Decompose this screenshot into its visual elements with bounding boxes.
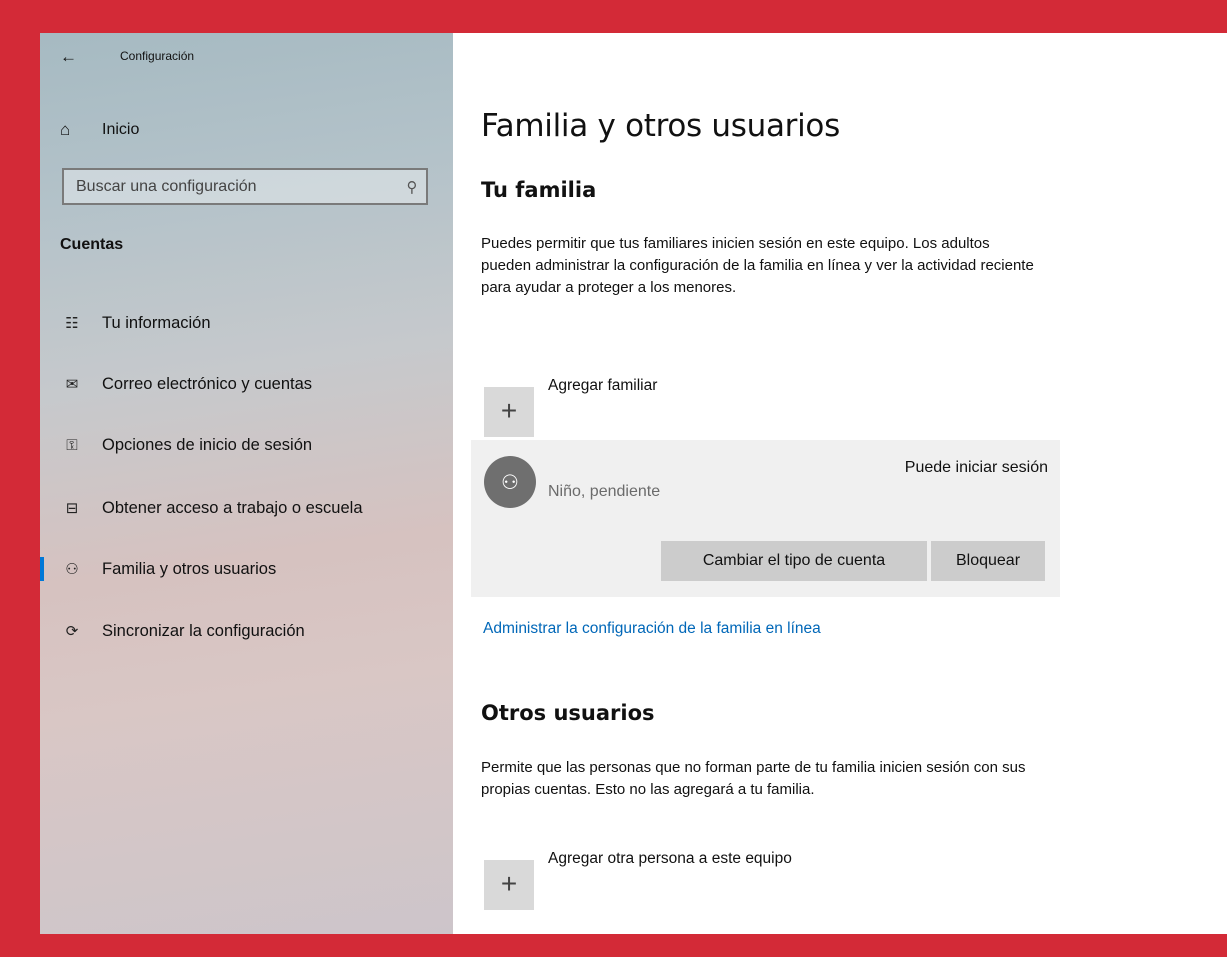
sidebar-item-label: Familia y otros usuarios	[102, 559, 277, 578]
selection-indicator	[40, 496, 44, 520]
change-account-type-button[interactable]: Cambiar el tipo de cuenta	[661, 541, 927, 581]
sidebar-item-tu-informacion[interactable]: ☷ Tu información	[40, 303, 453, 343]
add-other-person-label: Agregar otra persona a este equipo	[548, 850, 792, 867]
other-users-description: Permite que las personas que no forman p…	[481, 759, 1026, 798]
family-description: Puedes permitir que tus familiares inici…	[481, 235, 1034, 296]
sidebar-item-trabajo-escuela[interactable]: ⊟ Obtener acceso a trabajo o escuela	[40, 488, 453, 528]
mail-icon: ✉	[65, 376, 79, 393]
sidebar-item-label: Obtener acceso a trabajo o escuela	[102, 498, 363, 517]
person-add-icon: ⚇	[65, 561, 79, 578]
app-title: Configuración	[120, 49, 195, 63]
selection-indicator	[40, 619, 44, 643]
avatar: ⚇	[484, 456, 536, 508]
key-icon: ⚿	[66, 436, 78, 454]
contact-info-icon: ☷	[65, 315, 79, 332]
plus-icon: +	[484, 860, 534, 910]
selection-indicator	[40, 557, 44, 581]
person-icon: ⚇	[501, 471, 519, 494]
sidebar-item-opciones-inicio-sesion[interactable]: ⚿ Opciones de inicio de sesión	[40, 425, 453, 465]
search-icon[interactable]: ⚲	[398, 178, 426, 196]
add-other-person-button[interactable]: + Agregar otra persona a este equipo	[484, 850, 904, 910]
plus-icon: +	[484, 387, 534, 437]
other-users-heading: Otros usuarios	[481, 701, 655, 725]
member-name: Niño, pendiente	[548, 483, 661, 500]
home-icon: ⌂	[60, 120, 71, 139]
briefcase-icon: ⊟	[65, 500, 79, 517]
add-family-member-button[interactable]: + Agregar familiar	[484, 377, 784, 437]
sync-icon: ⟳	[65, 623, 79, 640]
sidebar-item-label: Correo electrónico y cuentas	[102, 374, 313, 393]
add-family-member-label: Agregar familiar	[548, 377, 658, 394]
selection-indicator	[40, 311, 44, 335]
selection-indicator	[40, 372, 44, 396]
section-heading: Cuentas	[60, 236, 124, 253]
family-member-card[interactable]: ⚇ Niño, pendiente Puede iniciar sesión C…	[471, 440, 1060, 597]
page-title: Familia y otros usuarios	[481, 108, 840, 144]
main-content: Familia y otros usuarios Tu familia Pued…	[453, 33, 1227, 934]
sidebar: ← Configuración ⌂ Inicio ⚲ Cuentas ☷ Tu …	[40, 33, 453, 934]
sidebar-item-home[interactable]: ⌂ Inicio	[60, 118, 139, 142]
settings-window: ← Configuración ⌂ Inicio ⚲ Cuentas ☷ Tu …	[40, 33, 1227, 934]
block-button[interactable]: Bloquear	[931, 541, 1045, 581]
sidebar-item-familia[interactable]: ⚇ Familia y otros usuarios	[40, 549, 453, 589]
back-arrow-icon[interactable]: ←	[60, 47, 77, 67]
sidebar-item-label: Sincronizar la configuración	[102, 621, 305, 640]
sidebar-item-label: Opciones de inicio de sesión	[102, 435, 313, 454]
search-box[interactable]: ⚲	[62, 168, 428, 205]
member-status: Puede iniciar sesión	[904, 459, 1048, 476]
search-input[interactable]	[64, 176, 398, 197]
family-heading: Tu familia	[481, 178, 597, 202]
manage-family-online-link[interactable]: Administrar la configuración de la famil…	[483, 620, 821, 638]
sidebar-item-sincronizar[interactable]: ⟳ Sincronizar la configuración	[40, 611, 453, 651]
sidebar-item-label: Tu información	[102, 313, 211, 332]
selection-indicator	[40, 433, 44, 457]
sidebar-item-label: Inicio	[102, 121, 140, 138]
sidebar-item-correo[interactable]: ✉ Correo electrónico y cuentas	[40, 364, 453, 404]
